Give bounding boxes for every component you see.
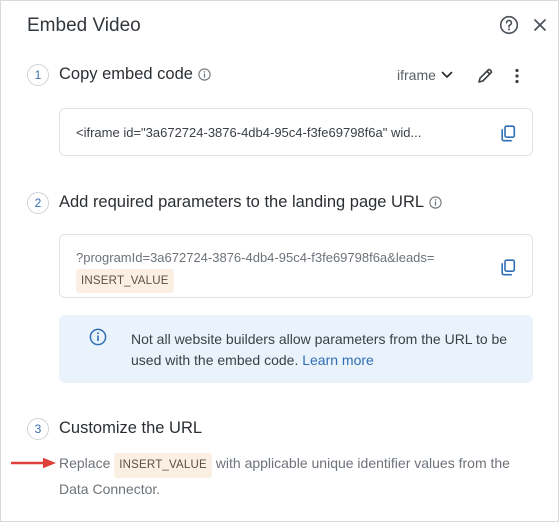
step-1-title: Copy embed code	[59, 65, 211, 84]
step-2-title-text: Add required parameters to the landing p…	[59, 193, 425, 211]
close-button[interactable]	[529, 14, 551, 36]
desc-before: Replace	[59, 455, 111, 471]
dialog-title: Embed Video	[27, 15, 141, 36]
embed-type-dropdown[interactable]: iframe	[397, 67, 453, 83]
learn-more-link[interactable]: Learn more	[302, 352, 374, 368]
chevron-down-icon	[441, 71, 453, 78]
landing-url-box[interactable]: ?programId=3a672724-3876-4db4-95c4-f3fe6…	[59, 234, 533, 298]
step-3-title: Customize the URL	[59, 419, 203, 437]
more-options-button[interactable]	[507, 65, 527, 87]
step-2-number: 2	[27, 192, 49, 214]
red-arrow-annotation	[11, 457, 56, 469]
help-button[interactable]	[498, 14, 520, 36]
copy-icon	[501, 124, 516, 141]
embed-type-value: iframe	[397, 67, 436, 83]
insert-value-token: INSERT_VALUE	[114, 453, 212, 478]
info-icon[interactable]	[429, 196, 442, 209]
notice-text: Not all website builders allow parameter…	[131, 329, 521, 371]
embed-code-text: <iframe id="3a672724-3876-4db4-95c4-f3fe…	[76, 125, 422, 140]
pencil-icon	[478, 68, 493, 83]
step-1-number: 1	[27, 64, 49, 86]
step-3-description: Replace INSERT_VALUE with applicable uni…	[59, 452, 534, 501]
dialog-header: Embed Video	[1, 1, 558, 51]
step-3-number: 3	[27, 418, 49, 440]
edit-button[interactable]	[473, 65, 497, 87]
question-circle-icon	[499, 15, 519, 35]
embed-code-box[interactable]: <iframe id="3a672724-3876-4db4-95c4-f3fe…	[59, 108, 533, 156]
landing-url-text: ?programId=3a672724-3876-4db4-95c4-f3fe6…	[76, 247, 435, 293]
step-2-title: Add required parameters to the landing p…	[59, 193, 442, 212]
copy-embed-code-button[interactable]	[498, 123, 518, 143]
embed-video-dialog: Embed Video 1 Copy embed code iframe <if…	[0, 0, 559, 522]
close-icon	[534, 19, 546, 31]
landing-url-params: ?programId=3a672724-3876-4db4-95c4-f3fe6…	[76, 250, 435, 265]
more-vertical-icon	[515, 68, 519, 84]
step-1-title-text: Copy embed code	[59, 65, 193, 83]
insert-value-token: INSERT_VALUE	[76, 269, 174, 293]
copy-icon	[501, 258, 516, 275]
copy-url-button[interactable]	[498, 257, 518, 277]
info-notice: Not all website builders allow parameter…	[59, 315, 533, 383]
info-circle-icon	[89, 328, 107, 346]
info-icon[interactable]	[198, 68, 211, 81]
